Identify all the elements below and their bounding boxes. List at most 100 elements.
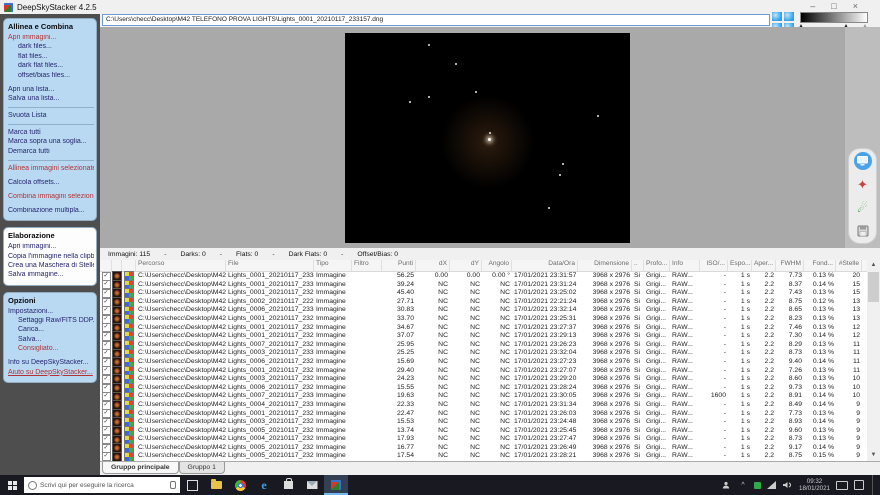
table-row[interactable]: ✓C:\Users\checc\Desktop\M42 TELEF...Ligh… [100,410,867,419]
sidebar-link[interactable]: dark files... [8,43,94,50]
column-header[interactable]: ISO/... [700,260,728,271]
taskbar-search-input[interactable]: Scrivi qui per eseguire la ricerca [24,477,180,493]
close-button[interactable]: × [853,0,858,12]
table-row[interactable]: ✓C:\Users\checc\Desktop\M42 TELEF...Ligh… [100,315,867,324]
scrollbar-thumb[interactable] [868,272,879,302]
sidebar-link[interactable]: Combinazione multipla... [8,207,94,214]
column-header[interactable]: Fond... [804,260,836,271]
column-header[interactable]: Espo... [728,260,752,271]
sidebar-link[interactable]: Calcola offsets... [8,179,94,186]
table-row[interactable]: ✓C:\Users\checc\Desktop\M42 TELEF...Ligh… [100,272,867,281]
column-header[interactable]: dY [450,260,482,271]
mail-button[interactable] [300,475,324,495]
network-icon[interactable] [767,481,777,489]
column-header[interactable]: Punti [382,260,416,271]
column-header[interactable]: dX [416,260,450,271]
microphone-icon[interactable] [170,481,176,489]
table-row[interactable]: ✓C:\Users\checc\Desktop\M42 TELEF...Ligh… [100,332,867,341]
table-row[interactable]: ✓C:\Users\checc\Desktop\M42 TELEF...Ligh… [100,324,867,333]
table-row[interactable]: ✓C:\Users\checc\Desktop\M42 TELEF...Ligh… [100,358,867,367]
save-icon[interactable] [854,222,872,240]
sidebar-link[interactable]: dark flat files... [8,62,94,69]
table-row[interactable]: ✓C:\Users\checc\Desktop\M42 TELEF...Ligh… [100,375,867,384]
table-row[interactable]: ✓C:\Users\checc\Desktop\M42 TELEF...Ligh… [100,418,867,427]
column-header[interactable]: #Stelle [836,260,862,271]
column-header[interactable]: Angolo [482,260,512,271]
table-row[interactable]: ✓C:\Users\checc\Desktop\M42 TELEF...Ligh… [100,452,867,461]
table-row[interactable]: ✓C:\Users\checc\Desktop\M42 TELEF...Ligh… [100,435,867,444]
show-desktop-button[interactable] [872,475,876,495]
column-header[interactable]: Dimensione [578,260,632,271]
table-row[interactable]: ✓C:\Users\checc\Desktop\M42 TELEF...Ligh… [100,298,867,307]
scroll-up-arrow[interactable]: ▲ [867,260,880,271]
sidebar-link[interactable]: Impostazioni... [8,308,94,315]
minimize-button[interactable]: – [810,0,815,12]
column-header[interactable]: Profo... [644,260,670,271]
table-scrollbar[interactable]: ▲ ▼ [867,260,880,461]
table-row[interactable]: ✓C:\Users\checc\Desktop\M42 TELEF...Ligh… [100,401,867,410]
column-header[interactable]: Info [670,260,700,271]
column-header[interactable]: FWHM [776,260,804,271]
keyboard-icon[interactable] [836,481,848,490]
image-preview-area[interactable] [100,27,845,248]
sidebar-link[interactable]: Allinea immagini selezionate... [8,160,94,172]
sidebar-link[interactable]: Marca tutti [8,124,94,136]
column-header[interactable]: Data/Ora [512,260,578,271]
start-button[interactable] [0,475,24,495]
column-header[interactable]: Percorso [136,260,226,271]
group-tab[interactable]: Gruppo 1 [179,462,225,474]
column-header[interactable]: Tipo [314,260,352,271]
histogram-gradient-bar[interactable] [800,12,868,23]
sidebar-link[interactable]: offset/bias files... [8,72,94,79]
sidebar-link[interactable]: Copia l'immagine nella clipboard [8,253,94,260]
hidden-icons-chevron[interactable]: ^ [738,482,748,489]
sidebar-link[interactable]: Marca sopra una soglia... [8,138,94,145]
table-row[interactable]: ✓C:\Users\checc\Desktop\M42 TELEF...Ligh… [100,281,867,290]
app-green-tray-icon[interactable] [754,482,761,489]
column-header[interactable]: Filtro [352,260,382,271]
table-row[interactable]: ✓C:\Users\checc\Desktop\M42 TELEF...Ligh… [100,392,867,401]
astro-image[interactable] [345,33,630,243]
sidebar-link[interactable]: Apri immagini... [8,34,94,41]
column-header[interactable]: File [226,260,314,271]
table-row[interactable]: ✓C:\Users\checc\Desktop\M42 TELEF...Ligh… [100,349,867,358]
sidebar-link[interactable]: Crea una Maschera di Stelle... [8,262,94,269]
deepskystacker-taskbar-button[interactable] [324,475,348,495]
sidebar-link[interactable]: Salva... [8,336,94,343]
group-tab[interactable]: Gruppo principale [102,462,179,474]
column-header[interactable]: Aper... [752,260,776,271]
sidebar-link[interactable]: Combina immagini selezionate... [8,193,94,200]
sidebar-link[interactable]: Carica... [8,326,94,333]
table-row[interactable]: ✓C:\Users\checc\Desktop\M42 TELEF...Ligh… [100,306,867,315]
sidebar-link[interactable]: Settaggi Raw/FITS DDP... [8,317,94,324]
maximize-button[interactable]: □ [831,0,836,12]
sidebar-link[interactable]: Salva immagine... [8,271,94,278]
star-icon[interactable]: ✦ [854,175,872,193]
sidebar-link[interactable]: Apri una lista... [8,86,94,93]
table-row[interactable]: ✓C:\Users\checc\Desktop\M42 TELEF...Ligh… [100,384,867,393]
taskbar-clock[interactable]: 09:32 18/01/2021 [799,478,830,492]
volume-icon[interactable] [783,481,793,489]
table-row[interactable]: ✓C:\Users\checc\Desktop\M42 TELEF...Ligh… [100,427,867,436]
chrome-button[interactable] [228,475,252,495]
comet-icon[interactable]: ☄ [854,199,872,217]
file-explorer-button[interactable] [204,475,228,495]
sidebar-link[interactable]: Svuota Lista [8,107,94,119]
table-row[interactable]: ✓C:\Users\checc\Desktop\M42 TELEF...Ligh… [100,367,867,376]
table-row[interactable]: ✓C:\Users\checc\Desktop\M42 TELEF...Ligh… [100,444,867,453]
sidebar-link[interactable]: Demarca tutti [8,148,94,155]
sidebar-link[interactable]: Salva una lista... [8,95,94,102]
sidebar-link[interactable]: Apri immagini... [8,243,94,250]
store-button[interactable] [276,475,300,495]
sidebar-link[interactable]: flat files... [8,53,94,60]
sidebar-link[interactable]: Aiuto su DeepSkyStacker... [8,369,94,376]
sidebar-link[interactable]: Consigliato... [8,345,94,352]
edge-button[interactable]: e [252,475,276,495]
table-row[interactable]: ✓C:\Users\checc\Desktop\M42 TELEF...Ligh… [100,289,867,298]
row-checkbox[interactable]: ✓ [102,452,111,461]
action-center-icon[interactable] [854,480,864,490]
monitor-icon[interactable] [854,152,872,170]
people-icon[interactable] [722,481,732,489]
scroll-down-arrow[interactable]: ▼ [867,450,880,461]
task-view-button[interactable] [180,475,204,495]
